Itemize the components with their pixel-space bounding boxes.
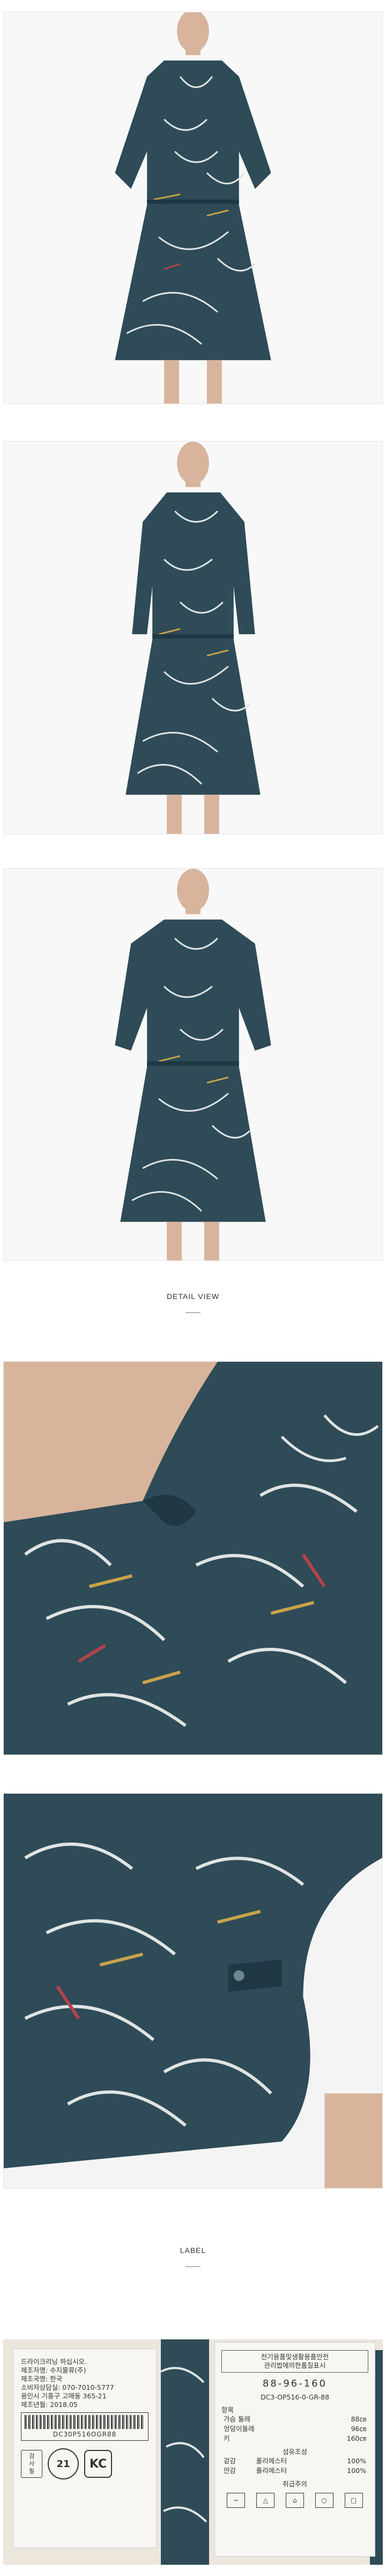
label-line: 제조년월: 2018.05 — [21, 2401, 78, 2409]
composition-table: 겉감 폴리에스터 100% 안감 폴리에스터 100% — [221, 2456, 368, 2476]
care-title: 취급주의 — [282, 2480, 307, 2488]
stamp-char: 사 — [28, 2460, 35, 2467]
product-photo-front — [3, 12, 383, 404]
care-label-right: 전기용품및생활용품안전 관리법에의한품질표시 88-96-160 DC3-OP5… — [214, 2342, 375, 2557]
label-heading: LABEL — [180, 2246, 206, 2255]
label-line: 용인시 기흥구 고매동 365-21 — [21, 2392, 107, 2400]
composition-pct: 100% — [347, 2467, 366, 2475]
measure-name: 엉덩이둘레 — [224, 2425, 255, 2433]
care-label-left: 드라이크리닝 하십시오. 제조자명: 수지물류(주) 제조국명: 한국 소비자상… — [13, 2349, 157, 2548]
table-row: 안감 폴리에스터 100% — [221, 2466, 368, 2476]
product-detail-page: DETAIL VIEW LABEL 드라이크리닝 하십시오. 제조자명: 수지물… — [0, 0, 386, 2576]
detail-photo-collar — [3, 1361, 383, 1755]
collar-closeup-illustration — [4, 1362, 382, 1755]
measure-name: 가슴 둘레 — [224, 2415, 250, 2423]
label-header: 전기용품및생활용품안전 관리법에의한품질표시 — [221, 2350, 368, 2373]
dress-side-illustration — [4, 869, 382, 1260]
no-bleach-icon: △ — [256, 2493, 275, 2508]
dryclean-icon: ○ — [315, 2493, 333, 2508]
seal-text: 21 — [56, 2458, 70, 2470]
iron-icon: ⌂ — [285, 2493, 304, 2508]
table-row: 가슴 둘레 88㎝ — [221, 2414, 368, 2424]
measure-value: 96㎝ — [351, 2425, 366, 2433]
measure-value: 160㎝ — [346, 2434, 366, 2442]
measure-name: 키 — [224, 2434, 230, 2442]
inspection-stamp: 검 사 필 — [21, 2450, 42, 2478]
dress-angle-illustration — [4, 442, 382, 834]
product-photo-side — [3, 868, 383, 1261]
composition-part: 안감 — [224, 2467, 236, 2475]
measurement-table: 가슴 둘레 88㎝ 엉덩이둘레 96㎝ 키 160㎝ — [221, 2414, 368, 2443]
measure-value: 88㎝ — [351, 2415, 366, 2423]
label-line: 소비자상담실: 070-7010-5777 — [21, 2383, 114, 2391]
table-row: 겉감 폴리에스터 100% — [221, 2456, 368, 2466]
label-header-line: 전기용품및생활용품안전 — [261, 2353, 329, 2361]
stamp-char: 필 — [28, 2468, 35, 2475]
detail-view-heading: DETAIL VIEW — [166, 1292, 220, 1301]
composition-part: 겉감 — [224, 2457, 236, 2465]
composition-fiber: 폴리에스터 — [256, 2467, 287, 2475]
size-code: 88-96-160 — [262, 2378, 328, 2389]
dress-front-illustration — [4, 12, 382, 403]
product-code: DC3-OP516-0-GR-88 — [260, 2393, 330, 2401]
label-line: 제조자명: 수지물류(주) — [21, 2366, 86, 2374]
label-header-line: 관리법에의한품질표시 — [264, 2361, 326, 2369]
label-line: 드라이크리닝 하십시오. — [21, 2358, 87, 2366]
measurement-title: 항목 — [221, 2406, 234, 2414]
sleeve-closeup-illustration — [4, 1794, 382, 2188]
label-line: 제조국명: 한국 — [21, 2375, 63, 2383]
composition-pct: 100% — [347, 2457, 366, 2465]
table-row: 엉덩이둘레 96㎝ — [221, 2424, 368, 2434]
kc-mark-icon: KC — [84, 2450, 112, 2478]
kc-text: KC — [89, 2457, 107, 2471]
table-row: 키 160㎝ — [221, 2434, 368, 2443]
no-tumble-icon: □ — [344, 2493, 363, 2508]
barcode-bars — [25, 2415, 145, 2429]
detail-view-divider — [185, 1312, 201, 1313]
barcode-text: DC30P516OGR88 — [53, 2431, 117, 2438]
wash-icon: ~ — [227, 2493, 246, 2508]
certification-marks: 검 사 필 21 KC — [21, 2448, 149, 2479]
composition-fiber: 폴리에스터 — [256, 2457, 287, 2465]
product-photo-angle — [3, 441, 383, 834]
composition-title: 섬유조성 — [282, 2448, 307, 2456]
detail-photo-sleeve — [3, 1793, 383, 2189]
barcode: DC30P516OGR88 — [21, 2412, 149, 2441]
label-divider — [185, 2266, 201, 2267]
care-symbols: ~ △ ⌂ ○ □ — [221, 2493, 368, 2508]
stamp-char: 검 — [28, 2453, 35, 2460]
quality-seal-icon: 21 — [48, 2448, 79, 2479]
